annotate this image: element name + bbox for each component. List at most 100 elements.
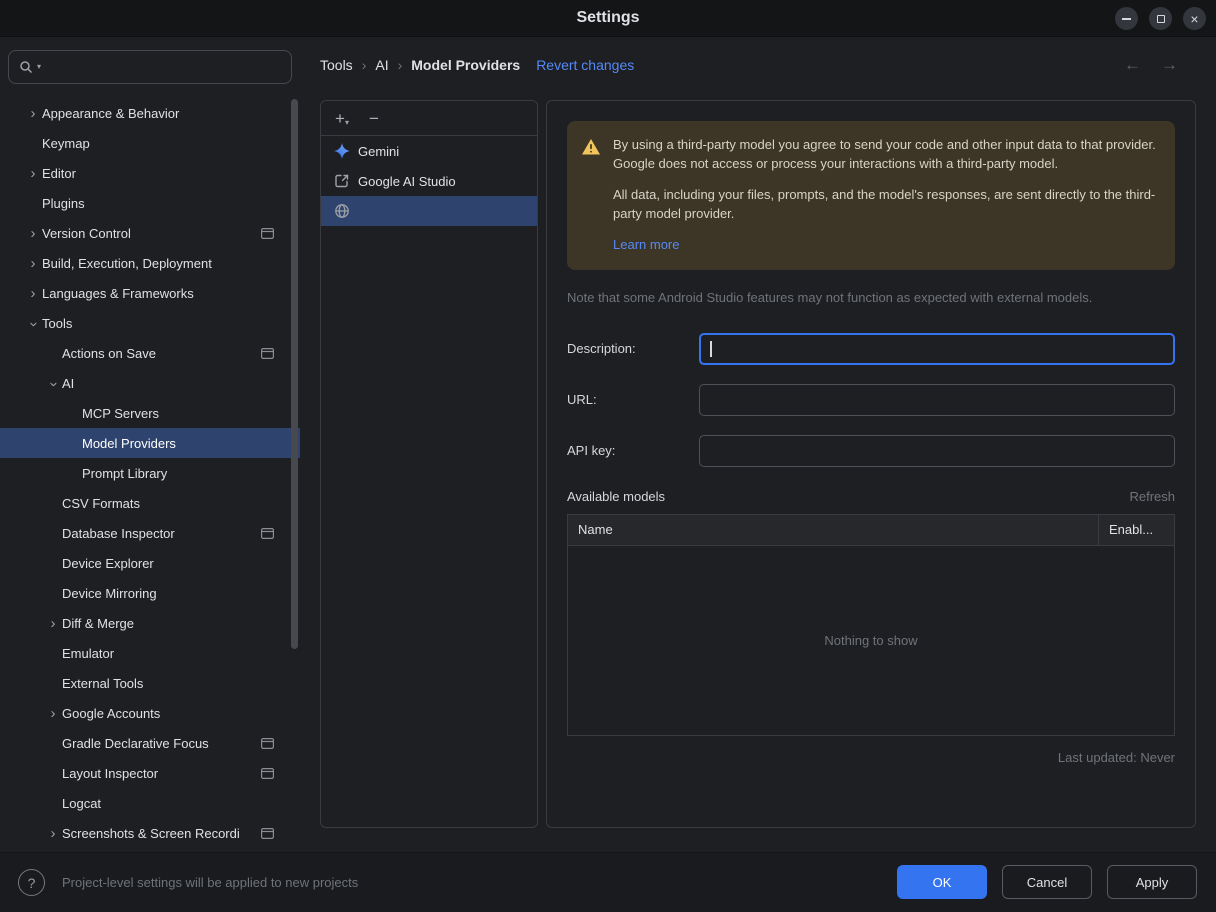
sidebar-item-label: Plugins	[42, 196, 300, 211]
sidebar-scrollbar[interactable]	[291, 99, 298, 649]
column-header-name[interactable]: Name	[568, 522, 1098, 537]
sidebar-item-label: Prompt Library	[82, 466, 300, 481]
third-party-warning-banner: By using a third-party model you agree t…	[567, 121, 1175, 270]
provider-label: Gemini	[358, 144, 399, 159]
sidebar-item-external-tools[interactable]: › External Tools	[0, 668, 300, 698]
description-label: Description:	[567, 341, 699, 356]
provider-item-item[interactable]	[321, 196, 537, 226]
sidebar-item-logcat[interactable]: › Logcat	[0, 788, 300, 818]
models-table: Name Enabl... Nothing to show	[567, 514, 1175, 736]
sidebar-item-plugins[interactable]: › Plugins	[0, 188, 300, 218]
breadcrumb-tools[interactable]: Tools	[320, 57, 353, 73]
cancel-button[interactable]: Cancel	[1002, 865, 1092, 899]
api-key-label: API key:	[567, 443, 699, 458]
search-history-caret-icon[interactable]: ▾	[37, 63, 41, 71]
providers-toolbar: +▾ −	[321, 101, 537, 136]
gemini-icon	[334, 143, 350, 159]
url-input[interactable]	[699, 384, 1175, 416]
text-caret	[710, 341, 712, 357]
sidebar-item-csv-formats[interactable]: › CSV Formats	[0, 488, 300, 518]
sidebar-item-device-mirroring[interactable]: › Device Mirroring	[0, 578, 300, 608]
api-key-field-row: API key:	[567, 435, 1175, 467]
breadcrumb-ai[interactable]: AI	[375, 57, 388, 73]
sidebar-item-label: MCP Servers	[82, 406, 300, 421]
provider-item-google-ai-studio[interactable]: Google AI Studio	[321, 166, 537, 196]
remove-provider-button[interactable]: −	[369, 110, 379, 127]
sidebar-item-editor[interactable]: › Editor	[0, 158, 300, 188]
chevron-icon[interactable]: ›	[24, 285, 42, 302]
chevron-icon[interactable]: ›	[24, 255, 42, 272]
sidebar-item-label: Diff & Merge	[62, 616, 300, 631]
sidebar-item-label: Build, Execution, Deployment	[42, 256, 300, 271]
close-icon: ×	[1190, 12, 1198, 26]
chevron-icon[interactable]: ›	[44, 615, 62, 632]
search-icon	[18, 59, 34, 75]
refresh-button[interactable]: Refresh	[1129, 489, 1175, 504]
sidebar-item-device-explorer[interactable]: › Device Explorer	[0, 548, 300, 578]
footer-note: Project-level settings will be applied t…	[62, 853, 358, 911]
chevron-icon[interactable]: ›	[44, 705, 62, 722]
models-table-header: Name Enabl...	[568, 515, 1174, 546]
minimize-button[interactable]	[1115, 7, 1138, 30]
help-icon: ?	[28, 875, 36, 891]
sidebar-item-diff-merge[interactable]: › Diff & Merge	[0, 608, 300, 638]
chevron-icon[interactable]: ›	[24, 105, 42, 122]
chevron-icon[interactable]: ›	[44, 825, 62, 842]
learn-more-link[interactable]: Learn more	[613, 237, 679, 252]
sidebar-item-layout-inspector[interactable]: › Layout Inspector	[0, 758, 300, 788]
provider-item-gemini[interactable]: Gemini	[321, 136, 537, 166]
sidebar-item-actions-on-save[interactable]: › Actions on Save	[0, 338, 300, 368]
globe-icon	[334, 203, 350, 219]
sidebar-item-build-execution-deployment[interactable]: › Build, Execution, Deployment	[0, 248, 300, 278]
add-provider-button[interactable]: +▾	[335, 110, 349, 127]
providers-panel: +▾ − Gemini Google AI Studio	[320, 100, 538, 828]
back-arrow-icon[interactable]: ←	[1124, 55, 1141, 75]
chevron-icon[interactable]: ›	[45, 375, 62, 393]
api-key-input[interactable]	[699, 435, 1175, 467]
sidebar-item-appearance-behavior[interactable]: › Appearance & Behavior	[0, 98, 300, 128]
sidebar-item-emulator[interactable]: › Emulator	[0, 638, 300, 668]
sidebar-item-label: External Tools	[62, 676, 300, 691]
per-project-settings-icon	[261, 768, 274, 779]
sidebar-item-label: Keymap	[42, 136, 300, 151]
column-header-enabled[interactable]: Enabl...	[1098, 515, 1174, 545]
breadcrumb-separator-icon: ›	[389, 57, 412, 73]
search-input[interactable]: ▾	[8, 50, 292, 84]
per-project-settings-icon	[261, 528, 274, 539]
sidebar-item-ai[interactable]: › AI	[0, 368, 300, 398]
revert-changes-link[interactable]: Revert changes	[536, 57, 634, 73]
apply-button[interactable]: Apply	[1107, 865, 1197, 899]
chevron-icon[interactable]: ›	[24, 225, 42, 242]
ok-button[interactable]: OK	[897, 865, 987, 899]
sidebar-item-prompt-library[interactable]: › Prompt Library	[0, 458, 300, 488]
chevron-icon[interactable]: ›	[24, 165, 42, 182]
sidebar-item-label: Google Accounts	[62, 706, 300, 721]
description-field-row: Description:	[567, 333, 1175, 365]
sidebar-item-model-providers[interactable]: › Model Providers	[0, 428, 300, 458]
chevron-icon[interactable]: ›	[25, 315, 42, 333]
history-navigation: ← →	[1124, 37, 1178, 93]
warning-paragraph-1: By using a third-party model you agree t…	[613, 136, 1159, 174]
sidebar-item-keymap[interactable]: › Keymap	[0, 128, 300, 158]
forward-arrow-icon[interactable]: →	[1161, 55, 1178, 75]
google-ai-studio-icon	[334, 173, 350, 189]
titlebar: Settings ×	[0, 0, 1216, 37]
settings-sidebar: ▾ › Appearance & Behavior › Keymap › Edi…	[0, 37, 300, 852]
sidebar-item-screenshots-screen-recordi[interactable]: › Screenshots & Screen Recordi	[0, 818, 300, 848]
sidebar-item-label: Emulator	[62, 646, 300, 661]
available-models-label: Available models	[567, 489, 665, 504]
providers-list: Gemini Google AI Studio	[321, 136, 537, 226]
sidebar-item-languages-frameworks[interactable]: › Languages & Frameworks	[0, 278, 300, 308]
description-input[interactable]	[699, 333, 1175, 365]
sidebar-item-gradle-declarative-focus[interactable]: › Gradle Declarative Focus	[0, 728, 300, 758]
sidebar-item-tools[interactable]: › Tools	[0, 308, 300, 338]
sidebar-item-database-inspector[interactable]: › Database Inspector	[0, 518, 300, 548]
external-models-note: Note that some Android Studio features m…	[567, 290, 1175, 305]
sidebar-item-google-accounts[interactable]: › Google Accounts	[0, 698, 300, 728]
window-controls: ×	[1115, 7, 1206, 30]
help-button[interactable]: ?	[18, 869, 45, 896]
sidebar-item-version-control[interactable]: › Version Control	[0, 218, 300, 248]
close-button[interactable]: ×	[1183, 7, 1206, 30]
sidebar-item-mcp-servers[interactable]: › MCP Servers	[0, 398, 300, 428]
maximize-button[interactable]	[1149, 7, 1172, 30]
